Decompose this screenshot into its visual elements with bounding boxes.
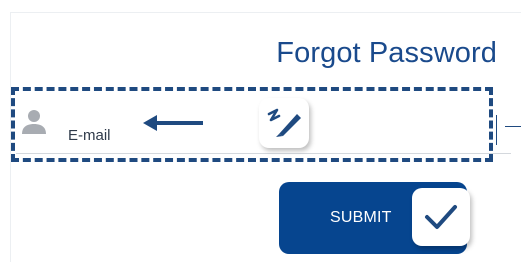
edit-badge	[259, 98, 309, 148]
email-underline	[16, 153, 511, 154]
email-input[interactable]	[68, 123, 448, 147]
submit-label: SUBMIT	[330, 209, 392, 226]
edit-pen-icon	[267, 108, 301, 137]
highlight-tick	[496, 115, 497, 145]
page-title: Forgot Password	[276, 37, 497, 70]
arrow-left-icon	[143, 115, 203, 131]
user-icon	[20, 108, 48, 136]
highlight-connector-line	[505, 126, 521, 127]
checkmark-icon	[425, 205, 457, 229]
check-badge	[412, 188, 470, 246]
